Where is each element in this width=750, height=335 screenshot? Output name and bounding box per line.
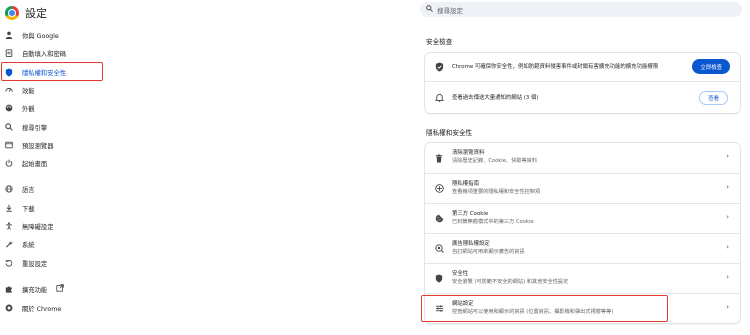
row-subtitle: 自訂網站可用來顯示廣告的資訊 xyxy=(452,249,525,255)
sidebar-item-languages[interactable]: 語言 xyxy=(0,182,110,196)
safety-row-check: Chrome 可確保你安全性，例如防範資料侵害事件或封鎖有害擴充功能的擴充功能權… xyxy=(425,53,740,81)
privacy-row-security[interactable]: 安全性 安全瀏覽 (可防範不安全的網站) 和其他安全性設定 › xyxy=(425,263,740,293)
chrome-icon xyxy=(5,304,13,312)
sidebar-item-label: 起始畫面 xyxy=(22,160,48,168)
sidebar-item-label: 擴充功能 xyxy=(22,286,48,294)
sidebar-item-default-browser[interactable]: 預設瀏覽器 xyxy=(0,138,110,152)
privacy-row-privacy-guide[interactable]: 隱私權指南 查看幾項重要的隱私權和安全性控制項 › xyxy=(425,173,740,203)
row-title: 廣告隱私權設定 xyxy=(452,241,490,247)
reset-icon xyxy=(5,259,13,267)
row-subtitle: 清除歷史記錄、Cookie、快取等資料 xyxy=(452,158,538,164)
safety-check-text: Chrome 可確保你安全性，例如防範資料侵害事件或封鎖有害擴充功能的擴充功能權… xyxy=(452,64,659,70)
privacy-row-ad-privacy[interactable]: 廣告隱私權設定 自訂網站可用來顯示廣告的資訊 › xyxy=(425,233,740,263)
row-title: 安全性 xyxy=(452,271,469,277)
sidebar-item-reset-settings[interactable]: 重設設定 xyxy=(0,256,110,270)
speedometer-icon xyxy=(5,86,13,94)
section-title-privacy-security: 隱私權和安全性 xyxy=(426,129,473,137)
sidebar-item-label: 外觀 xyxy=(22,105,35,113)
row-title: 隱私權指南 xyxy=(452,181,479,187)
sidebar-item-downloads[interactable]: 下載 xyxy=(0,201,110,215)
row-subtitle: 已封鎖無痕模式中的第三方 Cookie xyxy=(452,219,534,225)
search-icon xyxy=(5,123,13,131)
accessibility-icon xyxy=(5,222,13,230)
sidebar-item-extensions[interactable]: 擴充功能 xyxy=(0,282,110,296)
sidebar-item-label: 你與 Google xyxy=(22,32,59,40)
highlight-box-privacy xyxy=(1,62,103,81)
check-now-button[interactable]: 立即檢查 xyxy=(692,59,730,74)
safety-check-card: Chrome 可確保你安全性，例如防範資料侵害事件或封鎖有害擴充功能的擴充功能權… xyxy=(425,53,740,113)
sidebar-item-label: 自動填入和密碼 xyxy=(22,50,67,58)
highlight-box-site-settings xyxy=(421,295,668,322)
person-icon xyxy=(5,31,13,39)
shield-check-icon xyxy=(434,62,444,72)
row-subtitle: 查看幾項重要的隱私權和安全性控制項 xyxy=(452,189,541,195)
safety-row-notifications[interactable]: 查看過去傳送大量通知的網站 (3 個) 查看 xyxy=(425,81,740,113)
search-placeholder: 搜尋設定 xyxy=(437,6,463,15)
chevron-right-icon: › xyxy=(726,183,729,191)
search-icon xyxy=(426,5,433,14)
chevron-right-icon: › xyxy=(726,213,729,221)
sidebar-item-search-engine[interactable]: 搜尋引擎 xyxy=(0,120,110,134)
sidebar-item-autofill[interactable]: 自動填入和密碼 xyxy=(0,46,110,60)
app-header: 設定 xyxy=(5,4,47,22)
privacy-row-clear-browsing-data[interactable]: 清除瀏覽資料 清除歷史記錄、Cookie、快取等資料 › xyxy=(425,143,740,173)
plus-circle-icon xyxy=(434,184,444,194)
palette-icon xyxy=(5,104,13,112)
row-title: 清除瀏覽資料 xyxy=(452,150,485,156)
clipboard-icon xyxy=(5,49,13,57)
globe-icon xyxy=(5,185,13,193)
chevron-right-icon: › xyxy=(726,243,729,251)
sidebar-item-appearance[interactable]: 外觀 xyxy=(0,101,110,115)
sidebar-item-label: 預設瀏覽器 xyxy=(22,142,54,150)
sidebar-item-label: 重設設定 xyxy=(22,260,48,268)
privacy-row-third-party-cookies[interactable]: 第三方 Cookie 已封鎖無痕模式中的第三方 Cookie › xyxy=(425,203,740,233)
chrome-logo-icon xyxy=(5,6,19,20)
review-button[interactable]: 查看 xyxy=(699,91,728,105)
trash-icon xyxy=(434,153,444,163)
bell-icon xyxy=(434,93,444,103)
ad-privacy-icon xyxy=(434,244,444,254)
shield-icon xyxy=(434,274,444,284)
section-title-safety-check: 安全檢查 xyxy=(426,38,453,46)
chevron-right-icon: › xyxy=(726,273,729,281)
sidebar-item-accessibility[interactable]: 無障礙設定 xyxy=(0,219,110,233)
chevron-right-icon: › xyxy=(726,152,729,160)
page-title: 設定 xyxy=(25,7,47,20)
settings-page: 設定 搜尋設定 你與 Google 自動填入和密碼 隱私權和安全性 效能 外觀 … xyxy=(0,0,750,335)
row-title: 第三方 Cookie xyxy=(452,211,489,217)
chevron-right-icon: › xyxy=(726,303,729,311)
sidebar-item-label: 關於 Chrome xyxy=(22,305,62,313)
puzzle-icon xyxy=(5,285,13,293)
row-subtitle: 安全瀏覽 (可防範不安全的網站) 和其他安全性設定 xyxy=(452,279,569,285)
power-icon xyxy=(5,159,13,167)
sidebar-item-label: 效能 xyxy=(22,87,35,95)
wrench-icon xyxy=(5,240,13,248)
search-input[interactable]: 搜尋設定 xyxy=(420,2,742,17)
sidebar-item-you-and-google[interactable]: 你與 Google xyxy=(0,28,110,42)
sidebar-item-performance[interactable]: 效能 xyxy=(0,83,110,97)
sidebar-item-about-chrome[interactable]: 關於 Chrome xyxy=(0,301,110,315)
sidebar-item-label: 下載 xyxy=(22,205,35,213)
sidebar-item-label: 系統 xyxy=(22,241,35,249)
sidebar-item-on-startup[interactable]: 起始畫面 xyxy=(0,156,110,170)
browser-icon xyxy=(5,141,13,149)
download-icon xyxy=(5,204,13,212)
sidebar-item-system[interactable]: 系統 xyxy=(0,237,110,251)
sidebar-item-label: 語言 xyxy=(22,186,35,194)
sidebar-item-label: 無障礙設定 xyxy=(22,223,54,231)
notifications-review-text: 查看過去傳送大量通知的網站 (3 個) xyxy=(452,95,539,101)
cookie-icon xyxy=(434,214,444,224)
sidebar-item-label: 搜尋引擎 xyxy=(22,124,48,132)
open-in-new-icon xyxy=(56,284,64,294)
